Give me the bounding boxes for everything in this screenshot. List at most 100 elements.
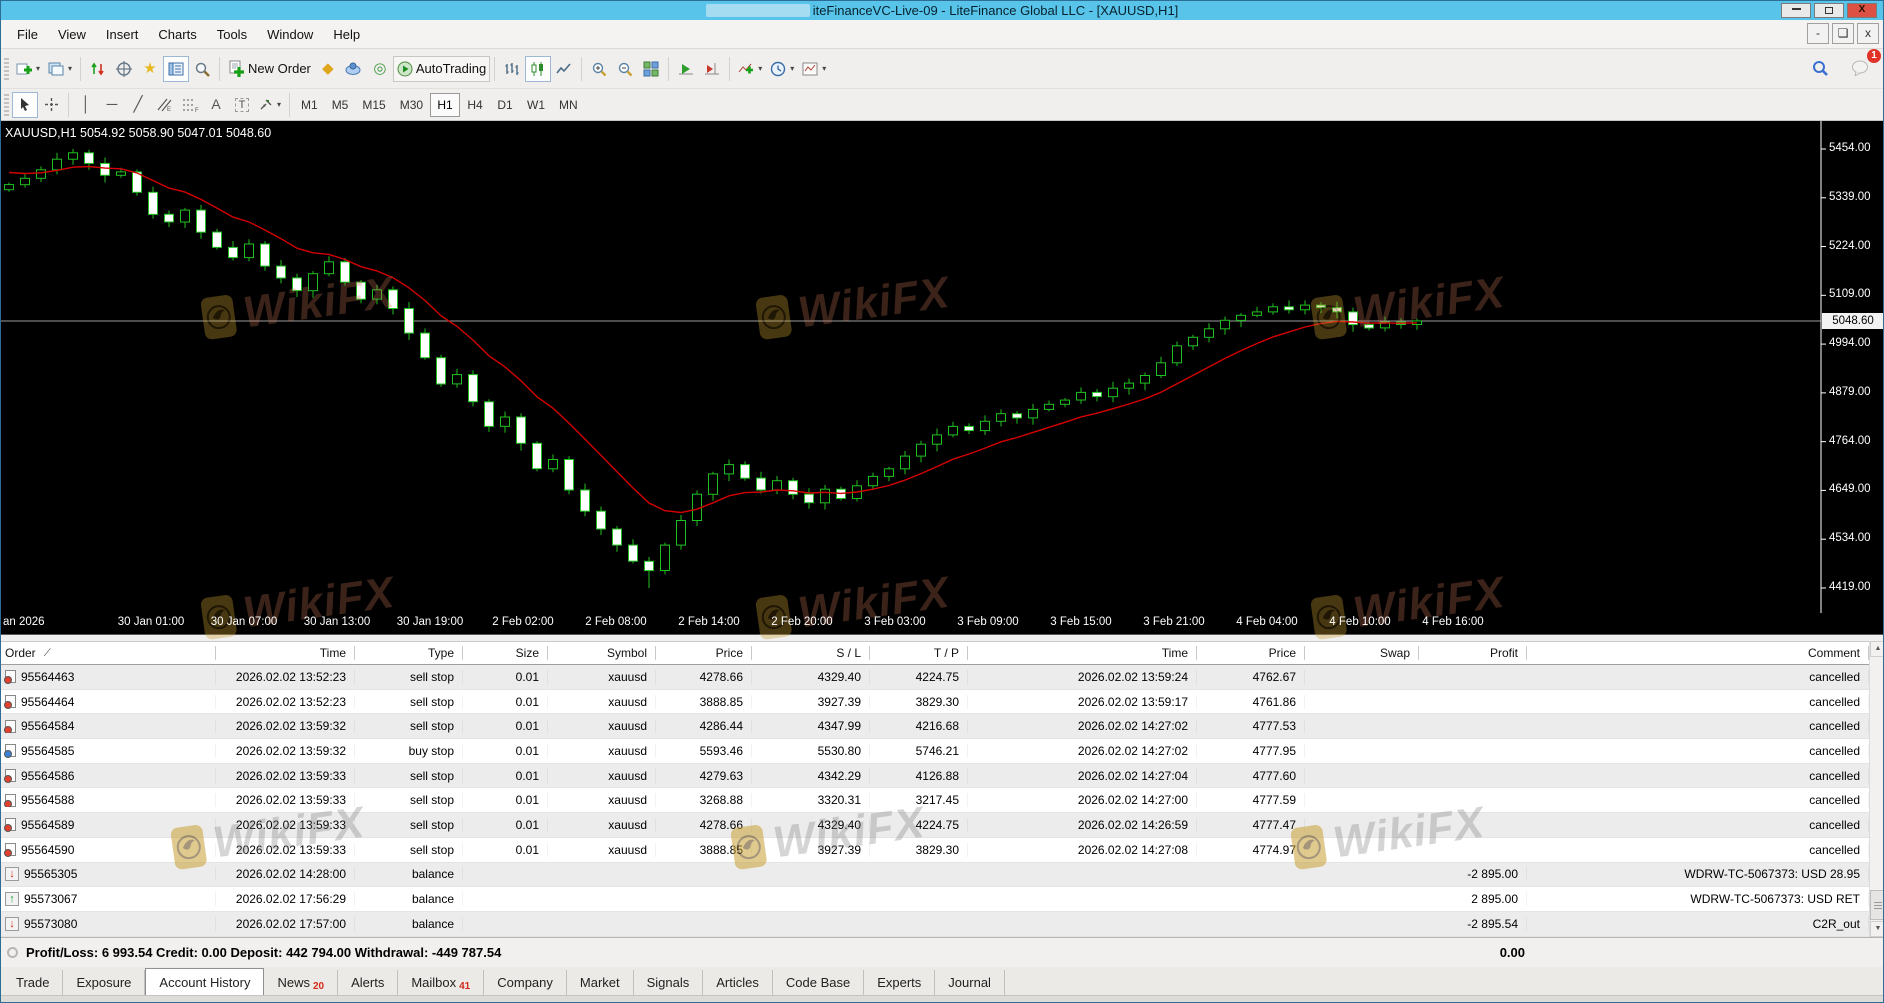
tab-experts[interactable]: Experts (864, 970, 935, 995)
menu-insert[interactable]: Insert (96, 23, 149, 46)
table-row[interactable]: ↓955730802026.02.02 17:57:00balance-2 89… (1, 912, 1869, 937)
vertical-line-tool-button[interactable]: │ (73, 92, 99, 118)
menu-view[interactable]: View (48, 23, 96, 46)
chart-close-button[interactable]: x (1857, 23, 1879, 44)
auto-scroll-button[interactable] (673, 56, 699, 82)
tab-code-base[interactable]: Code Base (773, 970, 864, 995)
column-header-sl[interactable]: S / L (752, 646, 870, 660)
profiles-button[interactable]: ▾ (44, 56, 76, 82)
strategy-tester-button[interactable] (189, 56, 215, 82)
column-header-swap[interactable]: Swap (1305, 646, 1419, 660)
new-chart-button[interactable]: ▾ (12, 56, 44, 82)
text-tool-button[interactable]: A (203, 92, 229, 118)
new-order-button[interactable]: New Order (224, 56, 315, 82)
search-button[interactable] (1807, 55, 1833, 81)
column-header-comment[interactable]: Comment (1527, 646, 1869, 660)
menu-charts[interactable]: Charts (148, 23, 206, 46)
tab-account-history[interactable]: Account History (145, 968, 264, 995)
tab-signals[interactable]: Signals (634, 970, 704, 995)
table-row[interactable]: 955645842026.02.02 13:59:32sell stop0.01… (1, 714, 1869, 739)
tab-articles[interactable]: Articles (703, 970, 773, 995)
navigator-button[interactable]: ★ (137, 56, 163, 82)
menu-file[interactable]: File (7, 23, 48, 46)
window-maximize-button[interactable] (1814, 3, 1844, 18)
timeframe-h1[interactable]: H1 (430, 93, 460, 117)
indicators-button[interactable]: ▾ (734, 56, 766, 82)
data-window-button[interactable] (111, 56, 137, 82)
table-row[interactable]: 955644642026.02.02 13:52:23sell stop0.01… (1, 690, 1869, 715)
column-header-time[interactable]: Time (216, 646, 355, 660)
autotrading-button[interactable]: AutoTrading (393, 56, 490, 82)
publish-button[interactable] (341, 56, 367, 82)
cursor-tool-button[interactable] (12, 92, 38, 118)
tab-exposure[interactable]: Exposure (63, 970, 145, 995)
window-minimize-button[interactable] (1781, 3, 1811, 18)
tab-journal[interactable]: Journal (935, 970, 1005, 995)
table-row[interactable]: 955645882026.02.02 13:59:33sell stop0.01… (1, 788, 1869, 813)
table-row[interactable]: 955644632026.02.02 13:52:23sell stop0.01… (1, 665, 1869, 690)
column-header-time[interactable]: Time (968, 646, 1197, 660)
column-header-order[interactable]: Order∕ (1, 646, 216, 660)
timeframe-w1[interactable]: W1 (520, 93, 552, 117)
menu-help[interactable]: Help (323, 23, 370, 46)
timeframe-mn[interactable]: MN (552, 93, 585, 117)
column-header-symbol[interactable]: Symbol (548, 646, 656, 660)
tile-windows-button[interactable] (638, 56, 664, 82)
zoom-out-button[interactable] (612, 56, 638, 82)
timeframe-m5[interactable]: M5 (325, 93, 356, 117)
table-row[interactable]: ↓955653052026.02.02 14:28:00balance-2 89… (1, 863, 1869, 888)
zoom-in-button[interactable] (586, 56, 612, 82)
chart-candles-button[interactable] (525, 56, 551, 82)
periods-button[interactable]: ▾ (766, 56, 798, 82)
menu-window[interactable]: Window (257, 23, 323, 46)
chart-minimize-button[interactable]: - (1807, 23, 1829, 44)
column-header-type[interactable]: Type (355, 646, 463, 660)
tab-market[interactable]: Market (567, 970, 634, 995)
chart-area[interactable]: XAUUSD,H1 5054.92 5058.90 5047.01 5048.6… (1, 121, 1884, 635)
tab-alerts[interactable]: Alerts (338, 970, 398, 995)
equidistant-channel-tool-button[interactable]: E (151, 92, 177, 118)
horizontal-line-tool-button[interactable]: ─ (99, 92, 125, 118)
broadcast-button[interactable]: ◎ (367, 56, 393, 82)
column-header-price[interactable]: Price (1197, 646, 1305, 660)
terminal-button[interactable] (163, 56, 189, 82)
table-row[interactable]: 955645852026.02.02 13:59:32buy stop0.01x… (1, 739, 1869, 764)
timeframe-m1[interactable]: M1 (294, 93, 325, 117)
timeframe-m15[interactable]: M15 (355, 93, 392, 117)
column-header-profit[interactable]: Profit (1419, 646, 1527, 660)
column-header-size[interactable]: Size (463, 646, 548, 660)
table-row[interactable]: 955645862026.02.02 13:59:33sell stop0.01… (1, 764, 1869, 789)
arrows-tool-button[interactable]: ▾ (255, 92, 285, 118)
column-header-price[interactable]: Price (656, 646, 752, 660)
toolbar-grip[interactable] (4, 94, 9, 116)
menu-tools[interactable]: Tools (207, 23, 257, 46)
crosshair-tool-button[interactable] (38, 92, 64, 118)
table-scrollbar[interactable]: ▲ ▼ (1869, 641, 1884, 937)
timeframe-d1[interactable]: D1 (490, 93, 520, 117)
table-row[interactable]: ↑955730672026.02.02 17:56:29balance2 895… (1, 887, 1869, 912)
chart-restore-button[interactable]: ❏ (1832, 23, 1854, 44)
tab-company[interactable]: Company (484, 970, 567, 995)
templates-button[interactable]: ▾ (798, 56, 830, 82)
window-close-button[interactable]: X (1847, 3, 1877, 18)
tab-trade[interactable]: Trade (3, 970, 63, 995)
text-label-tool-button[interactable]: T (229, 92, 255, 118)
column-header-tp[interactable]: T / P (870, 646, 968, 660)
trendline-tool-button[interactable]: ╱ (125, 92, 151, 118)
chart-shift-button[interactable] (699, 56, 725, 82)
table-row[interactable]: 955645902026.02.02 13:59:33sell stop0.01… (1, 838, 1869, 863)
toolbar-grip[interactable] (4, 58, 9, 80)
scroll-thumb[interactable] (1870, 890, 1884, 920)
market-watch-button[interactable] (85, 56, 111, 82)
metaeditor-button[interactable]: ◆ (315, 56, 341, 82)
timeframe-h4[interactable]: H4 (460, 93, 490, 117)
chart-line-button[interactable] (551, 56, 577, 82)
scroll-down-arrow[interactable]: ▼ (1870, 921, 1884, 937)
fibonacci-tool-button[interactable]: F (177, 92, 203, 118)
tab-news[interactable]: News20 (264, 970, 338, 995)
chat-button[interactable]: 1 (1847, 55, 1873, 81)
chart-bars-button[interactable] (499, 56, 525, 82)
table-row[interactable]: 955645892026.02.02 13:59:33sell stop0.01… (1, 813, 1869, 838)
tab-mailbox[interactable]: Mailbox41 (398, 970, 484, 995)
scroll-up-arrow[interactable]: ▲ (1870, 641, 1884, 657)
